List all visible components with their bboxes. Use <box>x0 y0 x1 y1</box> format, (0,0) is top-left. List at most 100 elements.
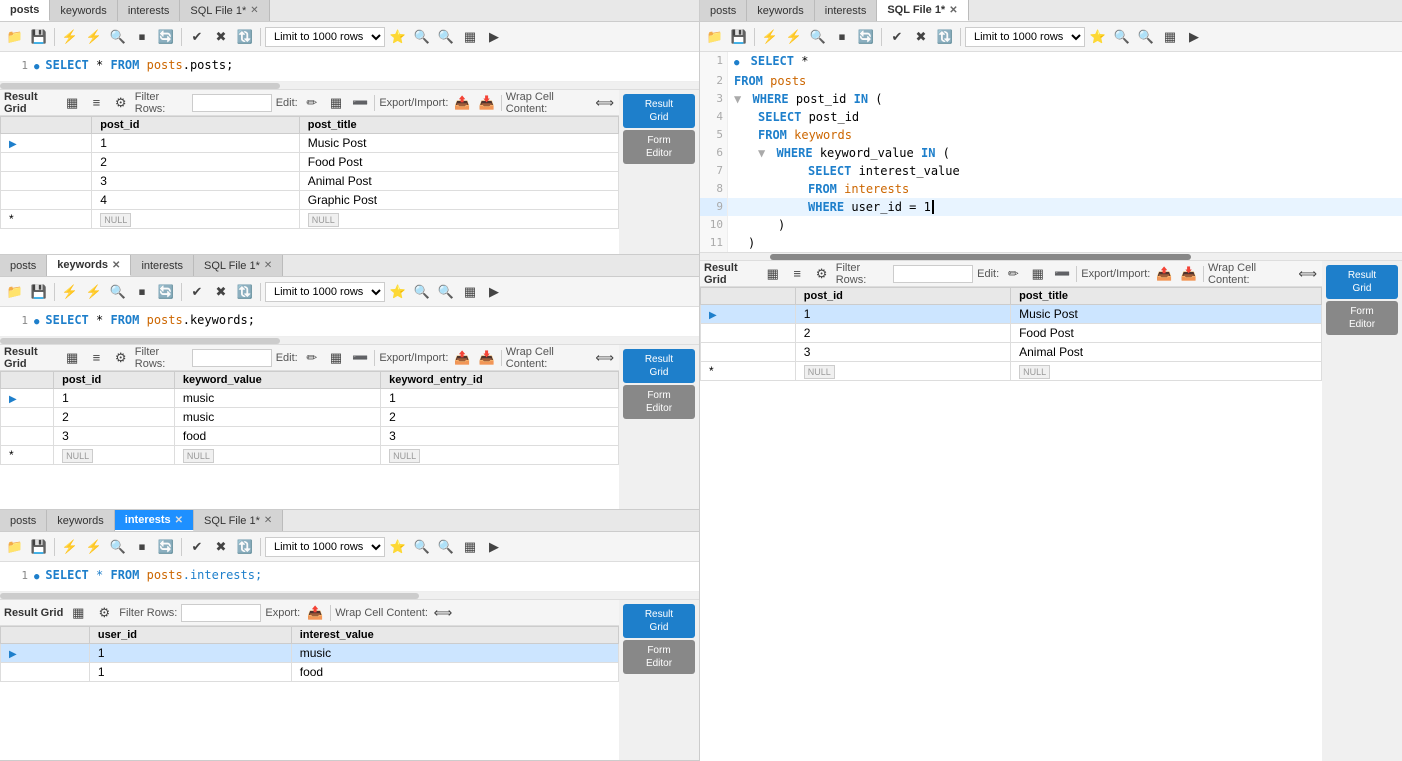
tab-interests-2[interactable]: interests <box>131 255 194 276</box>
star-btn[interactable]: ⭐ <box>387 536 409 558</box>
col-header-post_title[interactable]: post_title <box>299 117 618 134</box>
edit-pencil-btn-r[interactable]: ✏ <box>1003 263 1023 285</box>
search2-btn[interactable]: 🔍 <box>435 26 457 48</box>
search2-btn[interactable]: 🔍 <box>435 281 457 303</box>
edit-minus-btn[interactable]: ➖ <box>350 92 370 114</box>
filter-btn[interactable]: 🔍 <box>411 536 433 558</box>
execute-btn[interactable]: ⚡ <box>59 536 81 558</box>
col-header-post_id[interactable]: post_id <box>92 117 299 134</box>
scroll-area-1[interactable] <box>0 82 699 90</box>
tab-interests-3[interactable]: interests ✕ <box>115 510 194 531</box>
reconnect-btn[interactable]: 🔄 <box>155 536 177 558</box>
grid-btn2-r[interactable]: ≡ <box>787 263 807 285</box>
star-btn[interactable]: ⭐ <box>387 26 409 48</box>
execute-btn[interactable]: ⚡ <box>59 281 81 303</box>
tab-interests-1[interactable]: interests <box>118 0 181 21</box>
collapse-icon-2[interactable]: ▼ <box>758 146 765 160</box>
open-btn-r[interactable]: 📁 <box>704 26 726 48</box>
stop-btn[interactable]: ⏹ <box>131 536 153 558</box>
result-grid-btn[interactable]: ResultGrid <box>623 94 695 128</box>
tab-posts-3[interactable]: posts <box>0 510 47 531</box>
layout-btn[interactable]: ▦ <box>459 26 481 48</box>
reconnect-btn-r[interactable]: 🔄 <box>855 26 877 48</box>
cancel-btn[interactable]: ✖ <box>210 26 232 48</box>
filter-input-2[interactable] <box>192 349 272 367</box>
result-grid-btn-3[interactable]: ResultGrid <box>623 604 695 638</box>
tab-close-icon[interactable]: ✕ <box>175 515 183 526</box>
tab-close-icon[interactable]: ✕ <box>264 260 272 271</box>
tab-posts-r[interactable]: posts <box>700 0 747 21</box>
execute-btn-r[interactable]: ⚡ <box>759 26 781 48</box>
edit-minus-btn-r[interactable]: ➖ <box>1052 263 1072 285</box>
execute2-btn-r[interactable]: ⚡ <box>783 26 805 48</box>
grid-icon-btn[interactable]: ▦ <box>62 92 82 114</box>
limit-select[interactable]: Limit to 1000 rows <box>265 27 385 47</box>
collapse-icon-1[interactable]: ▼ <box>734 92 741 106</box>
tab-keywords-3[interactable]: keywords <box>47 510 114 531</box>
grid-icon-btn-r[interactable]: ▦ <box>763 263 783 285</box>
tab-sqlfile-r[interactable]: SQL File 1* ✕ <box>877 0 968 21</box>
tab-sqlfile-2[interactable]: SQL File 1* ✕ <box>194 255 283 276</box>
table-row[interactable]: 3 Animal Post <box>701 343 1322 362</box>
scroll-area-2[interactable] <box>0 337 699 345</box>
limit-select-r[interactable]: Limit to 1000 rows <box>965 27 1085 47</box>
import-btn[interactable]: 📥 <box>477 347 497 369</box>
tab-close-icon[interactable]: ✕ <box>264 515 272 526</box>
table-row[interactable]: 3 Animal Post <box>1 172 619 191</box>
import-btn-r[interactable]: 📥 <box>1179 263 1199 285</box>
grid-btn2[interactable]: ≡ <box>86 347 106 369</box>
filter-btn[interactable]: 🔍 <box>411 26 433 48</box>
table-row[interactable]: ▶ 1 Music Post <box>1 134 619 153</box>
table-row[interactable]: 1 food <box>1 663 619 682</box>
stop-btn[interactable]: ⏹ <box>131 281 153 303</box>
search-btn-r[interactable]: 🔍 <box>807 26 829 48</box>
open-btn[interactable]: 📁 <box>4 536 26 558</box>
grid-icon-btn[interactable]: ▦ <box>62 347 82 369</box>
filter-input-right[interactable] <box>893 265 973 283</box>
tab-close-icon-r[interactable]: ✕ <box>949 5 957 16</box>
table-row[interactable]: 2 music 2 <box>1 408 619 427</box>
grid-btn2[interactable]: ≡ <box>86 92 106 114</box>
check-btn-r[interactable]: ✔ <box>886 26 908 48</box>
tab-keywords-2[interactable]: keywords ✕ <box>47 255 131 276</box>
edit-table-btn-r[interactable]: ▦ <box>1028 263 1048 285</box>
limit-select-2[interactable]: Limit to 1000 rows <box>265 282 385 302</box>
cancel-btn[interactable]: ✖ <box>210 536 232 558</box>
filter-icon-btn[interactable]: ⚙ <box>93 602 115 624</box>
search-btn[interactable]: 🔍 <box>107 536 129 558</box>
layout-btn[interactable]: ▦ <box>459 536 481 558</box>
scroll-area-3[interactable] <box>0 592 699 600</box>
stop-btn[interactable]: ⏹ <box>131 26 153 48</box>
execute-btn[interactable]: ⚡ <box>59 26 81 48</box>
tab-keywords-1[interactable]: keywords <box>50 0 117 21</box>
export-btn-r[interactable]: 📤 <box>1154 263 1174 285</box>
check-btn[interactable]: ✔ <box>186 536 208 558</box>
form-editor-btn-3[interactable]: FormEditor <box>623 640 695 674</box>
more-btn[interactable]: ▶ <box>483 281 505 303</box>
save-btn[interactable]: 💾 <box>28 26 50 48</box>
cancel-btn-r[interactable]: ✖ <box>910 26 932 48</box>
grid-icon-btn[interactable]: ▦ <box>67 602 89 624</box>
col-post_title-r[interactable]: post_title <box>1011 288 1322 305</box>
table-row[interactable]: 2 Food Post <box>1 153 619 172</box>
save-btn[interactable]: 💾 <box>28 536 50 558</box>
refresh-btn[interactable]: 🔃 <box>234 536 256 558</box>
tab-close-icon[interactable]: ✕ <box>250 5 258 16</box>
form-editor-btn-2[interactable]: FormEditor <box>623 385 695 419</box>
tab-posts-2[interactable]: posts <box>0 255 47 276</box>
filter-input-1[interactable] <box>192 94 272 112</box>
table-row[interactable]: 2 Food Post <box>701 324 1322 343</box>
layout-btn[interactable]: ▦ <box>459 281 481 303</box>
edit-minus-btn[interactable]: ➖ <box>350 347 370 369</box>
wrap-btn[interactable]: ⟺ <box>594 347 615 369</box>
edit-pencil-btn[interactable]: ✏ <box>302 92 322 114</box>
tab-close-icon[interactable]: ✕ <box>112 260 120 271</box>
refresh-btn[interactable]: 🔃 <box>234 281 256 303</box>
table-row[interactable]: ▶ 1 music <box>1 644 619 663</box>
table-row[interactable]: 3 food 3 <box>1 427 619 446</box>
col-post_id-r[interactable]: post_id <box>795 288 1010 305</box>
result-grid-btn-r[interactable]: ResultGrid <box>1326 265 1398 299</box>
filter-btn[interactable]: 🔍 <box>411 281 433 303</box>
open-folder-btn[interactable]: 📁 <box>4 26 26 48</box>
filter-icon-btn[interactable]: ⚙ <box>111 92 131 114</box>
